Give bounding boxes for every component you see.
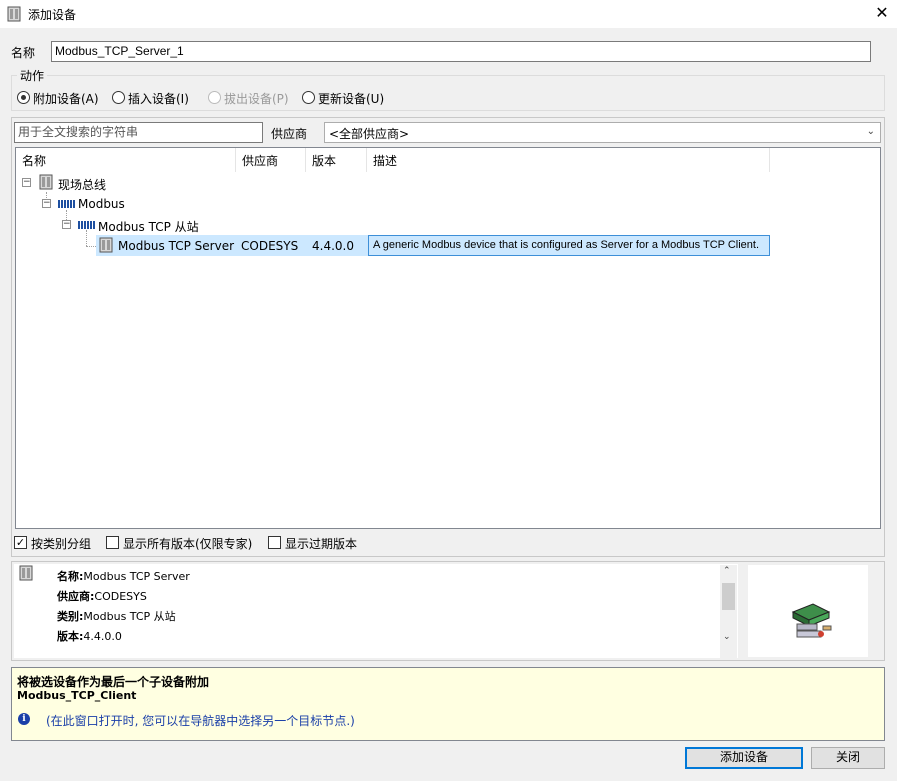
tree-item-fieldbus[interactable]: 现场总线 bbox=[58, 176, 106, 193]
group-by-category-label: 按类别分组 bbox=[31, 537, 92, 551]
scroll-thumb[interactable] bbox=[722, 583, 735, 610]
info-category-label: 类别: bbox=[57, 610, 84, 623]
show-all-versions-checkbox[interactable] bbox=[106, 536, 119, 549]
hint-target-node: Modbus_TCP_Client bbox=[17, 689, 137, 702]
name-label: 名称 bbox=[11, 46, 36, 60]
plug-device-label: 拔出设备(P) bbox=[224, 92, 289, 106]
info-icon: i bbox=[18, 713, 30, 725]
plug-device-radio bbox=[208, 91, 221, 104]
device-version-cell: 4.4.0.0 bbox=[312, 239, 354, 253]
update-device-radio[interactable] bbox=[302, 91, 315, 104]
device-icon bbox=[39, 174, 53, 190]
device-description-cell: A generic Modbus device that is configur… bbox=[368, 235, 770, 256]
info-vendor-label: 供应商: bbox=[57, 590, 95, 603]
info-category-value: Modbus TCP 从站 bbox=[83, 610, 176, 623]
device-name-cell: Modbus TCP Server bbox=[118, 239, 235, 253]
collapse-icon[interactable]: − bbox=[22, 178, 31, 187]
attach-device-radio[interactable] bbox=[17, 91, 30, 104]
action-group-label: 动作 bbox=[17, 67, 48, 84]
device-icon bbox=[19, 565, 33, 581]
window-title: 添加设备 bbox=[28, 8, 77, 22]
insert-device-radio[interactable] bbox=[112, 91, 125, 104]
name-input[interactable]: Modbus_TCP_Server_1 bbox=[51, 41, 871, 62]
column-header-vendor[interactable]: 供应商 bbox=[236, 148, 306, 172]
close-button[interactable]: 关闭 bbox=[811, 747, 885, 769]
title-bar bbox=[0, 0, 897, 28]
vendor-select[interactable]: <全部供应商> ⌄ bbox=[324, 122, 881, 143]
hint-line-1: 将被选设备作为最后一个子设备附加 bbox=[17, 675, 210, 689]
add-device-button[interactable]: 添加设备 bbox=[685, 747, 803, 769]
show-outdated-label: 显示过期版本 bbox=[285, 537, 358, 551]
device-description-text: A generic Modbus device that is configur… bbox=[373, 239, 760, 251]
search-input[interactable]: 用于全文搜索的字符串 bbox=[14, 122, 263, 143]
column-header-version[interactable]: 版本 bbox=[306, 148, 367, 172]
column-header-name[interactable]: 名称 bbox=[16, 148, 236, 172]
tree-line bbox=[86, 246, 96, 247]
insert-device-label: 插入设备(I) bbox=[128, 92, 189, 106]
info-version-row: 版本:4.4.0.0 bbox=[57, 628, 122, 644]
info-name-value: Modbus TCP Server bbox=[83, 570, 190, 583]
bus-icon bbox=[78, 221, 96, 229]
show-all-versions-label: 显示所有版本(仅限专家) bbox=[123, 537, 253, 551]
info-vendor-value: CODESYS bbox=[94, 590, 147, 603]
network-device-icon bbox=[791, 603, 832, 638]
info-name-label: 名称: bbox=[57, 570, 84, 583]
info-scrollbar[interactable] bbox=[720, 565, 737, 658]
scroll-down-icon[interactable]: ⌄ bbox=[723, 632, 731, 642]
device-icon bbox=[7, 6, 21, 22]
scroll-up-icon[interactable]: ⌃ bbox=[723, 566, 731, 576]
vendor-select-value: <全部供应商> bbox=[329, 127, 410, 141]
info-version-value: 4.4.0.0 bbox=[83, 630, 122, 643]
tree-item-modbus[interactable]: Modbus bbox=[78, 197, 125, 211]
info-category-row: 类别:Modbus TCP 从站 bbox=[57, 608, 176, 624]
info-version-label: 版本: bbox=[57, 630, 84, 643]
chevron-down-icon: ⌄ bbox=[866, 126, 875, 137]
device-icon bbox=[99, 237, 113, 253]
close-icon[interactable]: ✕ bbox=[872, 3, 892, 23]
tree-line bbox=[86, 230, 87, 246]
bus-icon bbox=[58, 200, 76, 208]
group-by-category-checkbox[interactable]: ✓ bbox=[14, 536, 27, 549]
vendor-label: 供应商 bbox=[271, 127, 308, 141]
update-device-label: 更新设备(U) bbox=[318, 92, 385, 106]
hint-note: (在此窗口打开时, 您可以在导航器中选择另一个目标节点.) bbox=[46, 714, 355, 728]
collapse-icon[interactable]: − bbox=[42, 199, 51, 208]
tree-item-modbus-tcp-slave[interactable]: Modbus TCP 从站 bbox=[98, 218, 199, 235]
device-vendor-cell: CODESYS bbox=[241, 239, 299, 253]
info-name-row: 名称:Modbus TCP Server bbox=[57, 568, 190, 584]
show-outdated-checkbox[interactable] bbox=[268, 536, 281, 549]
collapse-icon[interactable]: − bbox=[62, 220, 71, 229]
attach-device-label: 附加设备(A) bbox=[33, 92, 99, 106]
column-header-description[interactable]: 描述 bbox=[367, 148, 770, 172]
device-list[interactable] bbox=[15, 147, 881, 529]
info-vendor-row: 供应商:CODESYS bbox=[57, 588, 147, 604]
